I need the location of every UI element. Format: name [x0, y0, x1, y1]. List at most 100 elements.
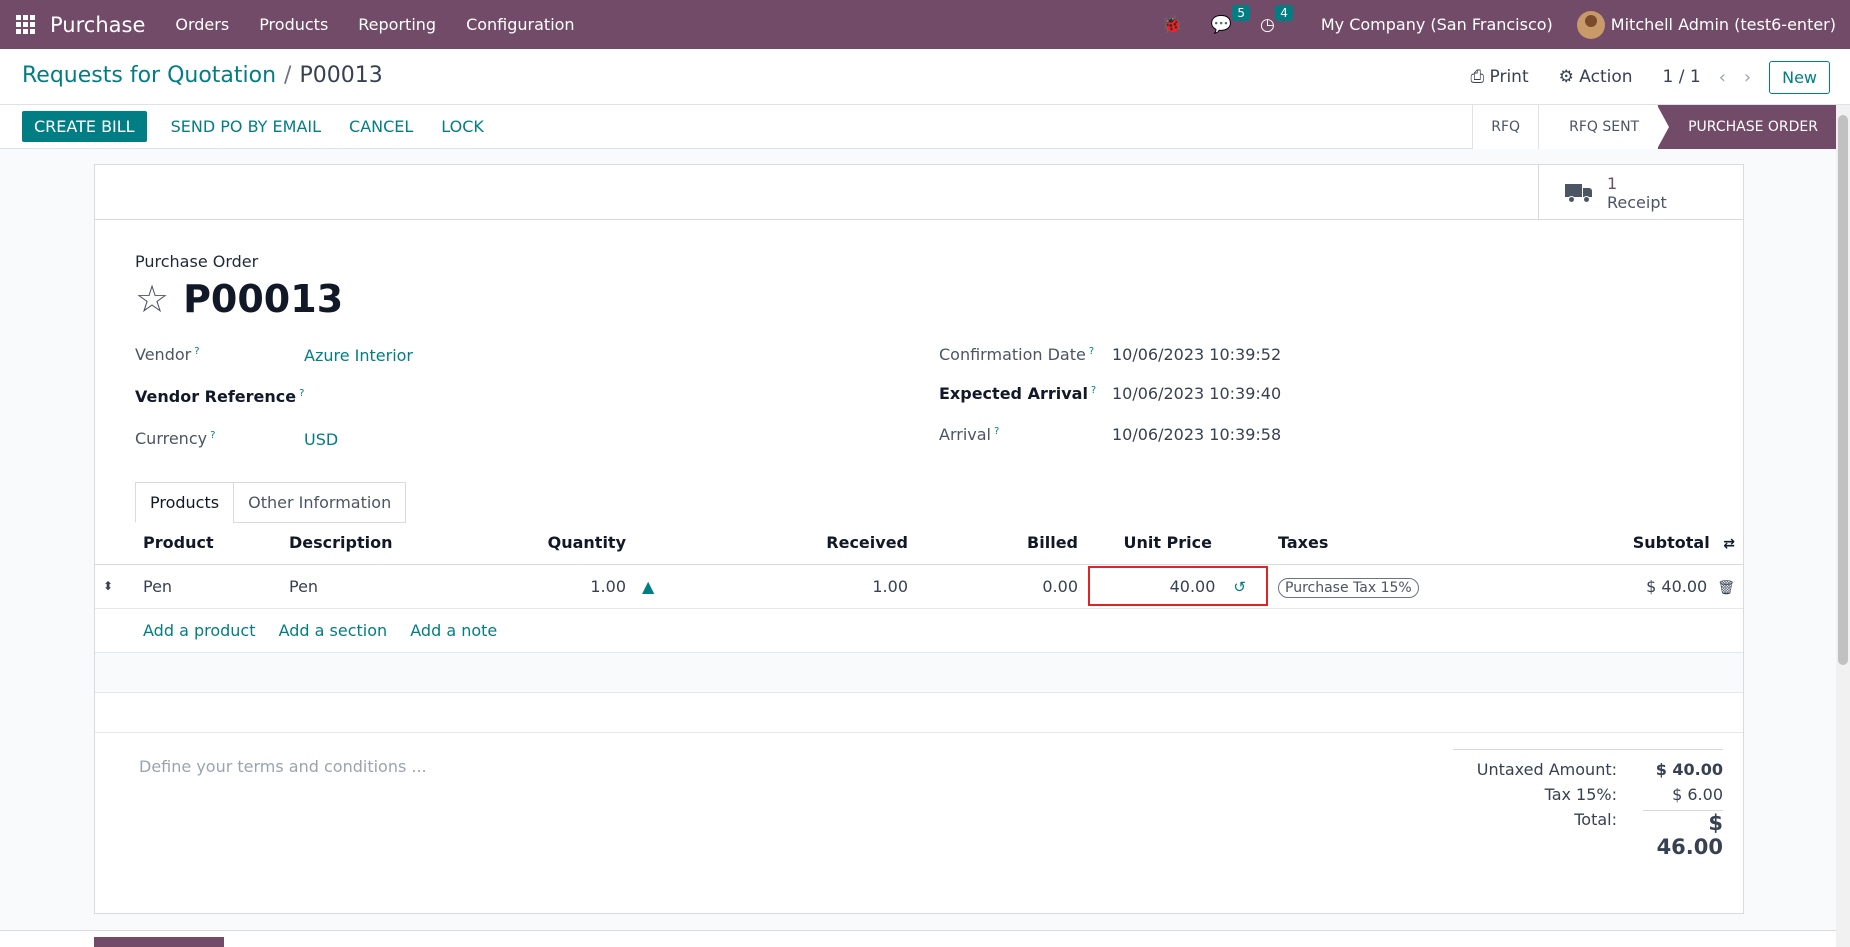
optional-columns-icon[interactable]: ⇄ — [1723, 536, 1735, 552]
empty-row — [95, 652, 1743, 693]
receipt-smart-button[interactable]: 1 Receipt — [1538, 165, 1743, 220]
add-product-link[interactable]: Add a product — [143, 621, 256, 640]
chat-icon[interactable]: 💬 5 — [1211, 4, 1250, 35]
activity-clock-icon[interactable]: ◷ 4 — [1260, 4, 1293, 35]
tax-tag[interactable]: Purchase Tax 15% — [1278, 577, 1419, 598]
tab-products[interactable]: Products — [135, 482, 235, 523]
pager-value[interactable]: 1 / 1 — [1663, 67, 1701, 87]
totals-summary: Untaxed Amount: $ 40.00 Tax 15%: $ 6.00 To… — [1453, 749, 1723, 865]
help-icon[interactable]: ? — [1091, 385, 1096, 396]
expected-arrival-label: Expected Arrival — [939, 384, 1088, 403]
tab-other-information[interactable]: Other Information — [233, 482, 407, 523]
expected-arrival-value[interactable]: 10/06/2023 10:39:40 — [1112, 384, 1281, 403]
col-subtotal[interactable]: Subtotal ⇄ — [1495, 522, 1743, 565]
print-button[interactable]: ⎙ Print — [1470, 67, 1528, 87]
create-bill-button[interactable]: CREATE BILL — [22, 111, 147, 142]
help-icon[interactable]: ? — [210, 430, 215, 441]
trash-icon[interactable]: 🗑 — [1717, 580, 1735, 596]
reset-price-icon[interactable]: ↺ — [1233, 578, 1246, 596]
forecast-header — [634, 522, 688, 565]
truck-icon — [1565, 182, 1593, 204]
stage-rfq-sent[interactable]: RFQ SENT — [1538, 105, 1658, 149]
tax-value: $ 6.00 — [1672, 785, 1723, 804]
chatter-tab[interactable] — [94, 937, 224, 947]
chevron-left-icon[interactable]: ‹ — [1719, 67, 1726, 88]
line-taxes[interactable]: Purchase Tax 15% — [1270, 564, 1495, 609]
drag-handle-icon[interactable]: ⬍ — [95, 564, 135, 609]
help-icon[interactable]: ? — [194, 346, 199, 357]
help-icon[interactable]: ? — [994, 426, 999, 437]
empty-row — [95, 692, 1743, 733]
col-product[interactable]: Product — [135, 522, 281, 565]
vendor-value[interactable]: Azure Interior — [304, 346, 413, 365]
top-navbar: Purchase Orders Products Reporting Confi… — [0, 0, 1850, 49]
currency-value[interactable]: USD — [304, 430, 338, 449]
nav-products[interactable]: Products — [259, 15, 328, 34]
table-row[interactable]: ⬍ Pen Pen 1.00 ▲ 1.00 0.00 40.00 ↺ Purcha… — [95, 564, 1743, 609]
stage-rfq[interactable]: RFQ — [1472, 105, 1539, 149]
total-label: Total: — [1574, 810, 1617, 829]
untaxed-amount-value: $ 40.00 — [1655, 760, 1723, 779]
cancel-button[interactable]: CANCEL — [335, 111, 427, 142]
line-unit-price[interactable]: 40.00 — [1170, 577, 1216, 596]
send-po-email-button[interactable]: SEND PO BY EMAIL — [157, 111, 335, 142]
vendor-field: Vendor? Azure Interior — [135, 345, 413, 365]
apps-menu-icon[interactable] — [0, 0, 50, 49]
breadcrumb: Requests for Quotation / P00013 — [22, 63, 383, 88]
line-subtotal-cell: $ 40.00 🗑 — [1495, 564, 1743, 609]
arrival-value: 10/06/2023 10:39:58 — [1112, 425, 1282, 444]
confirmation-date-label: Confirmation Date — [939, 345, 1086, 364]
action-button[interactable]: ⚙ Action — [1559, 67, 1633, 87]
breadcrumb-current: P00013 — [299, 63, 383, 88]
col-received[interactable]: Received — [688, 522, 916, 565]
form-sheet: 1 Receipt Purchase Order ☆ P00013 Vendor… — [94, 164, 1744, 914]
help-icon[interactable]: ? — [299, 388, 304, 399]
add-section-link[interactable]: Add a section — [279, 621, 388, 640]
line-description[interactable]: Pen — [281, 564, 471, 609]
user-menu[interactable]: Mitchell Admin (test6-enter) — [1611, 15, 1836, 34]
expected-arrival-field: Expected Arrival? 10/06/2023 10:39:40 — [939, 384, 1281, 403]
nav-orders[interactable]: Orders — [175, 15, 229, 34]
confirmation-date-field: Confirmation Date? 10/06/2023 10:39:52 — [939, 345, 1281, 364]
line-quantity[interactable]: 1.00 — [471, 564, 634, 609]
col-taxes[interactable]: Taxes — [1270, 522, 1495, 565]
area-chart-icon[interactable]: ▲ — [642, 577, 654, 596]
scrollbar-thumb[interactable] — [1838, 115, 1848, 665]
print-label: Print — [1489, 67, 1529, 87]
company-switcher[interactable]: My Company (San Francisco) — [1321, 15, 1553, 34]
chevron-right-icon[interactable]: › — [1744, 67, 1751, 88]
help-icon[interactable]: ? — [1089, 346, 1094, 357]
chat-badge: 5 — [1232, 4, 1250, 21]
line-received[interactable]: 1.00 — [688, 564, 916, 609]
nav-reporting[interactable]: Reporting — [358, 15, 436, 34]
add-note-link[interactable]: Add a note — [410, 621, 497, 640]
col-quantity[interactable]: Quantity — [471, 522, 634, 565]
breadcrumb-parent[interactable]: Requests for Quotation — [22, 63, 276, 88]
line-product[interactable]: Pen — [135, 564, 281, 609]
terms-conditions-input[interactable]: Define your terms and conditions ... — [139, 757, 427, 776]
action-label: Action — [1579, 67, 1633, 87]
breadcrumb-separator: / — [284, 63, 292, 88]
col-description[interactable]: Description — [281, 522, 471, 565]
bug-icon[interactable]: 🐞 — [1162, 15, 1183, 35]
confirmation-date-value: 10/06/2023 10:39:52 — [1112, 345, 1282, 364]
total-value: $ 46.00 — [1643, 810, 1723, 859]
app-brand[interactable]: Purchase — [50, 13, 145, 37]
stage-pipeline: RFQ RFQ SENT PURCHASE ORDER — [1472, 105, 1842, 149]
arrival-field: Arrival? 10/06/2023 10:39:58 — [939, 425, 1281, 444]
receipt-label: Receipt — [1607, 192, 1667, 212]
chatter-area — [0, 930, 1836, 947]
vendor-label: Vendor — [135, 345, 192, 364]
currency-label: Currency — [135, 429, 208, 448]
nav-configuration[interactable]: Configuration — [466, 15, 575, 34]
line-unit-price-cell[interactable]: 40.00 ↺ — [1086, 564, 1270, 609]
receipt-count: 1 — [1607, 173, 1618, 193]
stage-purchase-order[interactable]: PURCHASE ORDER — [1657, 105, 1842, 149]
star-icon[interactable]: ☆ — [135, 280, 169, 318]
lock-button[interactable]: LOCK — [427, 111, 498, 142]
col-billed[interactable]: Billed — [916, 522, 1086, 565]
new-button[interactable]: New — [1769, 60, 1830, 94]
col-unit-price[interactable]: Unit Price — [1086, 522, 1270, 565]
avatar[interactable] — [1576, 10, 1605, 39]
vendor-reference-field: Vendor Reference? — [135, 387, 304, 406]
